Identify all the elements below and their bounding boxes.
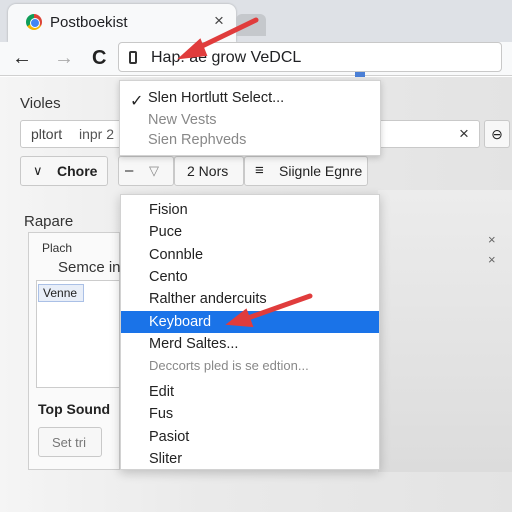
set-button[interactable]: Set tri <box>38 427 102 457</box>
nors-button[interactable]: 2 Nors <box>174 156 244 186</box>
chrome-favicon-icon <box>26 14 42 30</box>
menu-item[interactable]: Merd Saltes... <box>121 333 379 355</box>
context-dropdown-menu: Fision Puce Connble Cento Ralther anderc… <box>120 194 380 470</box>
venne-chip[interactable]: Venne <box>38 284 84 302</box>
address-bar[interactable]: Hap. ae grow VeDCL <box>118 42 502 72</box>
plach-label: Plach <box>42 241 73 255</box>
filter-icon: ▽ <box>149 163 159 178</box>
address-text: Hap. ae grow VeDCL <box>151 49 302 66</box>
chore-label: Chore <box>57 163 98 179</box>
search-left-text: pltort <box>31 126 63 142</box>
menu-icon: ≡ <box>255 162 264 179</box>
menu-item-label: Ralther andercuits <box>149 291 267 307</box>
browser-toolbar: ← → C Hap. ae grow VeDCL <box>0 42 512 76</box>
menu-item[interactable]: ✓ Slen Hortlutt Select... <box>120 87 380 110</box>
minus-filter-button[interactable]: – ▽ <box>118 156 174 186</box>
close-icon[interactable]: × <box>488 232 496 247</box>
menu-item[interactable]: Sliter <box>121 448 379 470</box>
menu-item-label: Puce <box>149 224 183 240</box>
close-icon[interactable]: × <box>488 252 496 267</box>
new-tab-button[interactable] <box>236 14 266 36</box>
options-icon: ⊖ <box>491 126 503 142</box>
menu-item-label: Sliter <box>149 451 183 467</box>
menu-item-label: Fision <box>149 202 188 218</box>
menu-item[interactable]: Fus <box>121 403 379 425</box>
top-dropdown-menu: ✓ Slen Hortlutt Select... New Vests Sien… <box>119 80 381 156</box>
signle-button[interactable]: ≡ Siignle Egnre <box>244 156 368 186</box>
menu-item-label: Fus <box>149 406 174 422</box>
menu-item[interactable]: Edit <box>121 381 379 403</box>
menu-item[interactable]: Deccorts pled is se edtion... <box>121 355 379 377</box>
tab-close-icon[interactable]: × <box>214 11 224 31</box>
reload-icon[interactable]: C <box>92 47 106 69</box>
menu-item-label: Pasiot <box>149 429 190 445</box>
menu-item[interactable]: Connble <box>121 244 379 266</box>
rapare-label: Rapare <box>24 213 74 230</box>
semce-text: Semce in <box>58 259 121 276</box>
menu-item-keyboard[interactable]: Keyboard <box>121 311 379 333</box>
clear-icon[interactable]: × <box>459 124 469 144</box>
menu-item-label: Merd Saltes... <box>149 336 239 352</box>
menu-item[interactable]: Pasiot <box>121 426 379 448</box>
tab-strip: Postboekist × <box>0 0 512 42</box>
page-icon <box>129 51 137 64</box>
options-button[interactable]: ⊖ <box>484 120 510 148</box>
tab-title: Postboekist <box>50 14 128 31</box>
back-icon[interactable]: ← <box>12 47 32 69</box>
browser-tab[interactable]: Postboekist × <box>8 4 236 42</box>
menu-item-label: Connble <box>149 247 204 263</box>
menu-item[interactable]: Fision <box>121 199 379 221</box>
nors-label: 2 Nors <box>187 163 229 179</box>
menu-item[interactable]: Cento <box>121 266 379 288</box>
section-heading: Violes <box>20 95 61 112</box>
menu-item-label: Edit <box>149 384 174 400</box>
minus-icon: – <box>125 162 134 179</box>
menu-item-label: Keyboard <box>149 314 212 330</box>
menu-item-label: Slen Hortlutt Select... <box>148 90 285 106</box>
menu-item[interactable]: Ralther andercuits <box>121 288 379 310</box>
top-sound-label: Top Sound <box>38 401 111 417</box>
signle-label: Siignle Egnre <box>279 163 363 179</box>
set-label: Set tri <box>52 435 86 450</box>
forward-icon[interactable]: → <box>54 47 74 69</box>
menu-item-label: Deccorts pled is se edtion... <box>149 358 309 373</box>
menu-item[interactable]: New Vests <box>120 109 380 131</box>
menu-item-label: Sien Rephveds <box>148 132 247 148</box>
menu-item[interactable]: Sien Rephveds <box>120 129 380 151</box>
chore-dropdown-button[interactable]: ∨ Chore <box>20 156 108 186</box>
search-middle-text: inpr 2 <box>79 126 115 142</box>
menu-item[interactable]: Puce <box>121 221 379 243</box>
chevron-down-icon: ∨ <box>33 163 43 178</box>
menu-item-label: Cento <box>149 269 188 285</box>
menu-item-label: New Vests <box>148 112 217 128</box>
